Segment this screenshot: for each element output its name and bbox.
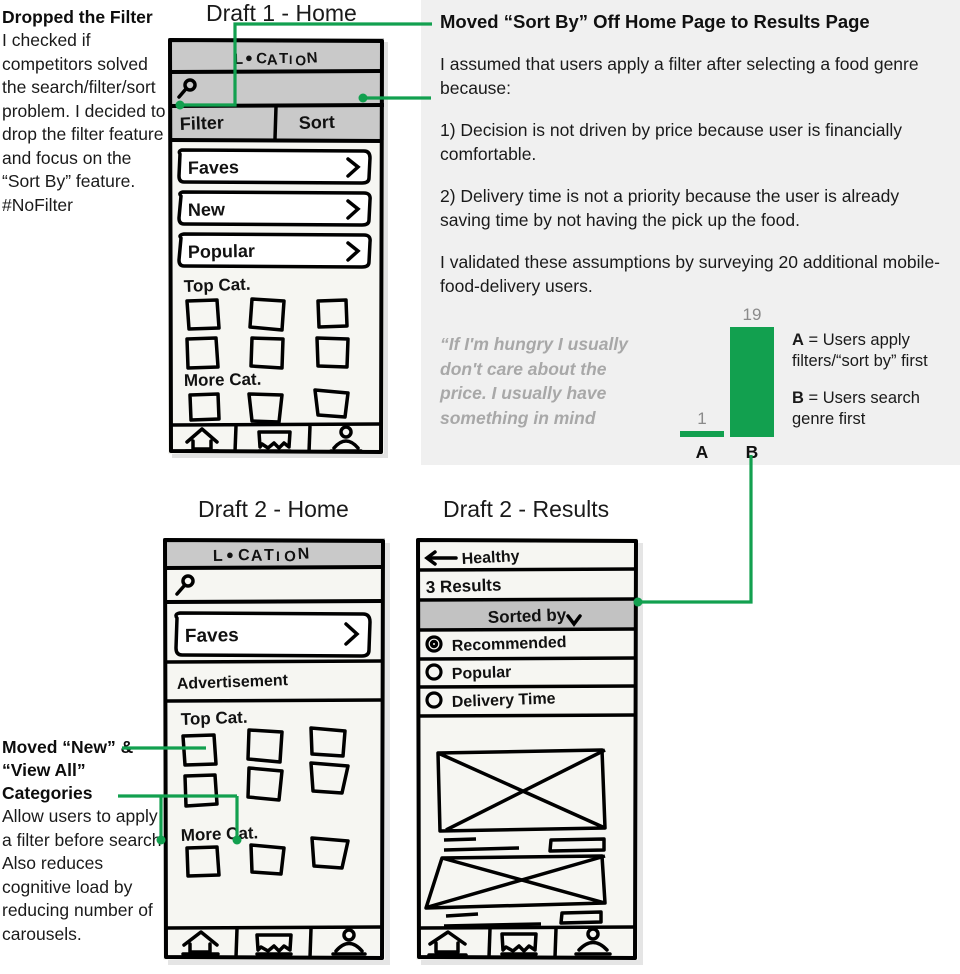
wireframe-draft1-home: L ● C A T I O N Filter Sort Faves New Po… bbox=[168, 38, 392, 462]
legend-text-b: = Users search genre first bbox=[792, 389, 920, 428]
bar-label-b: B bbox=[745, 442, 759, 462]
insight-paragraph-2: 2) Delivery time is not a priority becau… bbox=[440, 186, 900, 230]
user-quote: “If I'm hungry I usually don't care abou… bbox=[440, 334, 628, 428]
note-moved-new-heading: Moved “New” & “View All” Categories bbox=[2, 737, 134, 803]
svg-text:New: New bbox=[188, 199, 226, 220]
svg-text:Faves: Faves bbox=[188, 157, 239, 178]
note-moved-new-categories: Moved “New” & “View All” Categories Allo… bbox=[2, 736, 172, 946]
svg-text:Top Cat.: Top Cat. bbox=[180, 708, 247, 729]
svg-text:3 Results: 3 Results bbox=[425, 575, 501, 597]
caption-draft2-home: Draft 2 - Home bbox=[198, 496, 349, 522]
chart-plot-area: 1 A 19 B bbox=[672, 305, 782, 462]
chart-legend: A = Users apply filters/“sort by” first … bbox=[792, 330, 952, 446]
svg-text:N: N bbox=[306, 49, 318, 67]
legend-text-a: = Users apply filters/“sort by” first bbox=[792, 331, 928, 370]
svg-text:A: A bbox=[266, 51, 278, 69]
svg-text:L: L bbox=[213, 548, 223, 565]
bar-value-b: 19 bbox=[742, 305, 762, 324]
svg-text:L: L bbox=[234, 51, 245, 68]
insight-paragraph-0: I assumed that users apply a filter afte… bbox=[440, 54, 919, 98]
svg-text:Faves: Faves bbox=[185, 625, 239, 647]
legend-key-b: B bbox=[792, 389, 804, 407]
wireframe-draft2-home: L ● C A T I O N Faves Advertisement Top … bbox=[163, 538, 395, 970]
legend-row-b: B = Users search genre first bbox=[792, 388, 952, 430]
svg-text:Delivery Time: Delivery Time bbox=[452, 690, 556, 711]
svg-text:T: T bbox=[279, 50, 288, 67]
insight-panel-title: Moved “Sort By” Off Home Page to Results… bbox=[440, 11, 870, 32]
svg-text:More Cat.: More Cat. bbox=[184, 370, 262, 390]
bar-rect-b bbox=[730, 327, 774, 437]
caption-draft1-home: Draft 1 - Home bbox=[206, 0, 357, 26]
bar-rect-a bbox=[680, 431, 724, 437]
legend-key-a: A bbox=[792, 331, 804, 349]
svg-text:Popular: Popular bbox=[452, 664, 512, 683]
svg-text:Sort: Sort bbox=[298, 112, 335, 133]
svg-text:I: I bbox=[276, 548, 280, 564]
svg-text:Popular: Popular bbox=[188, 241, 255, 262]
survey-bar-chart: 1 A 19 B bbox=[672, 305, 782, 465]
note-moved-new-body: Allow users to apply a filter before sea… bbox=[2, 806, 167, 944]
svg-text:O: O bbox=[284, 548, 297, 565]
svg-text:Filter: Filter bbox=[179, 112, 224, 134]
svg-text:A: A bbox=[251, 548, 264, 565]
svg-text:T: T bbox=[264, 547, 274, 564]
caption-draft2-results: Draft 2 - Results bbox=[443, 496, 610, 522]
svg-text:Sorted by: Sorted by bbox=[487, 605, 567, 627]
note-dropped-filter-heading: Dropped the Filter bbox=[2, 7, 153, 27]
bar-label-a: A bbox=[695, 442, 709, 462]
svg-text:●: ● bbox=[226, 547, 234, 562]
svg-text:I: I bbox=[289, 53, 292, 67]
bar-value-a: 1 bbox=[697, 409, 707, 428]
insight-panel-text: Moved “Sort By” Off Home Page to Results… bbox=[440, 10, 950, 316]
svg-text:C: C bbox=[238, 547, 250, 564]
note-dropped-filter: Dropped the Filter I checked if competit… bbox=[2, 6, 170, 217]
wireframe-draft2-results: Healthy 3 Results Sorted by Recommended … bbox=[416, 538, 648, 970]
insight-paragraph-1: 1) Decision is not driven by price becau… bbox=[440, 120, 903, 164]
insight-paragraph-3: I validated these assumptions by surveyi… bbox=[440, 252, 941, 296]
svg-text:●: ● bbox=[245, 50, 253, 65]
svg-text:Healthy: Healthy bbox=[461, 548, 520, 568]
legend-row-a: A = Users apply filters/“sort by” first bbox=[792, 330, 952, 372]
svg-text:N: N bbox=[297, 545, 309, 563]
svg-text:O: O bbox=[295, 52, 307, 69]
svg-text:More Cat.: More Cat. bbox=[180, 823, 258, 845]
svg-text:Top Cat.: Top Cat. bbox=[183, 275, 250, 296]
note-dropped-filter-body: I checked if competitors solved the sear… bbox=[2, 30, 166, 215]
